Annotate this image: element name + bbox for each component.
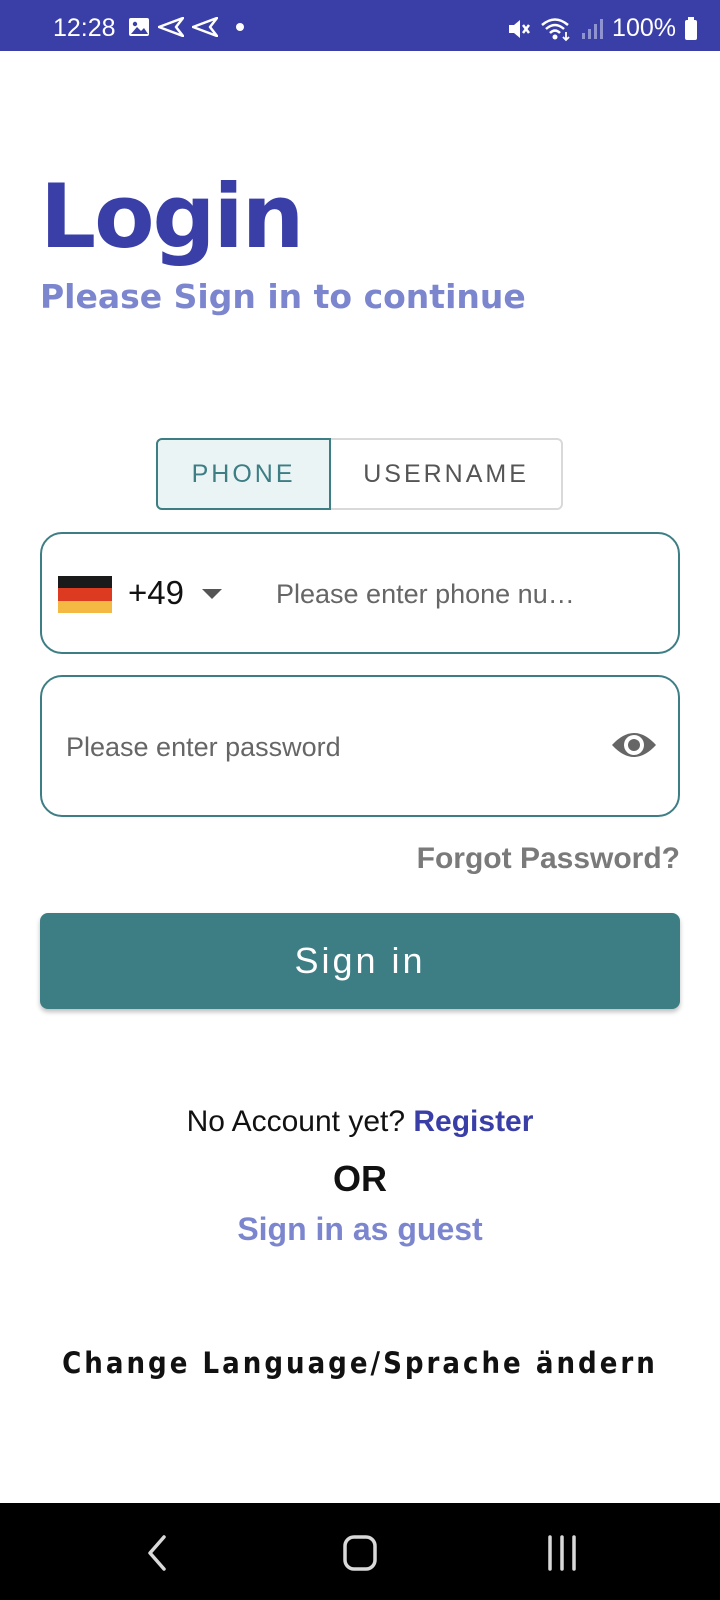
germany-flag-icon[interactable] (58, 576, 112, 613)
back-icon[interactable] (140, 1531, 176, 1575)
wifi-icon (541, 17, 570, 41)
password-field (40, 675, 680, 817)
password-input[interactable] (66, 725, 586, 769)
sign-in-as-guest-link[interactable]: Sign in as guest (0, 1211, 720, 1248)
eye-icon[interactable] (610, 727, 658, 763)
send-icon (192, 17, 218, 37)
tab-phone[interactable]: PHONE (156, 438, 332, 510)
dot-icon (236, 23, 244, 31)
page-subtitle: Please Sign in to continue (40, 277, 526, 316)
send-icon (158, 17, 184, 37)
login-mode-toggle: PHONE USERNAME (156, 438, 563, 510)
status-right-icons: 100% (506, 14, 698, 43)
image-icon (129, 18, 149, 36)
page-title: Login (40, 165, 304, 268)
phone-input[interactable] (276, 572, 596, 616)
chevron-down-icon[interactable] (202, 589, 222, 599)
country-code[interactable]: +49 (128, 574, 184, 612)
battery-icon (685, 16, 697, 40)
sign-in-button[interactable]: Sign in (40, 913, 680, 1009)
tab-username[interactable]: USERNAME (331, 438, 561, 510)
status-bar: 12:28 100% (0, 0, 720, 51)
forgot-password-link[interactable]: Forgot Password? (417, 842, 680, 876)
phone-field: +49 (40, 532, 680, 654)
register-link[interactable]: Register (413, 1105, 533, 1138)
battery-percentage: 100% (612, 14, 676, 42)
status-time: 12:28 (53, 14, 116, 42)
home-icon[interactable] (342, 1533, 378, 1573)
status-left-icons (128, 17, 248, 37)
mute-icon (509, 19, 531, 38)
signal-icon (582, 18, 604, 39)
register-prompt: No Account yet? (186, 1105, 406, 1138)
register-line: No Account yet? Register (0, 1105, 720, 1139)
navigation-bar (0, 1503, 720, 1600)
change-language-link[interactable]: Change Language/Sprache ändern (0, 1346, 720, 1380)
or-divider-text: OR (333, 1158, 387, 1199)
recent-apps-icon[interactable] (545, 1533, 579, 1573)
